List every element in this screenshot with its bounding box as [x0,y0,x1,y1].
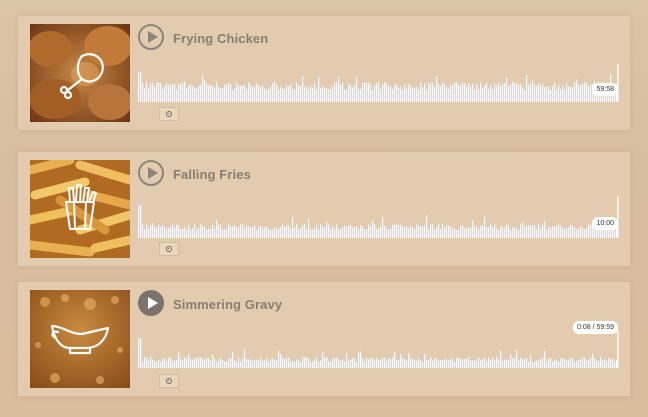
fries-icon [65,184,97,230]
play-button[interactable] [138,160,164,186]
play-icon [147,297,158,309]
time-display: 59:58 [592,83,618,96]
track-card-falling-fries: Falling Fries 10:00 [18,152,630,266]
time-display: 10:00 [592,217,618,230]
track-title: Frying Chicken [173,31,269,46]
play-button[interactable] [138,24,164,50]
waveform[interactable] [138,194,619,238]
chicken-leg-icon [59,53,104,100]
waveform[interactable] [138,62,619,102]
gravy-boat-icon [50,324,110,355]
gravy-photo [30,290,130,388]
play-icon [147,167,158,179]
waveform[interactable] [138,328,619,368]
add-button[interactable] [159,107,179,121]
play-button[interactable] [138,290,164,316]
track-card-frying-chicken: Frying Chicken 59:58 [18,16,630,130]
track-card-simmering-gravy: Simmering Gravy 0:08 / 59:59 [18,282,630,396]
fried-chicken-photo [30,24,130,122]
french-fries-photo [30,160,130,258]
track-title: Simmering Gravy [173,297,283,312]
add-icon [166,111,172,117]
time-display: 0:08 / 59:59 [573,321,618,334]
add-button[interactable] [159,242,179,256]
add-icon [166,378,172,384]
add-icon [166,246,172,252]
add-button[interactable] [159,374,179,388]
track-title: Falling Fries [173,167,251,182]
play-icon [147,31,158,43]
